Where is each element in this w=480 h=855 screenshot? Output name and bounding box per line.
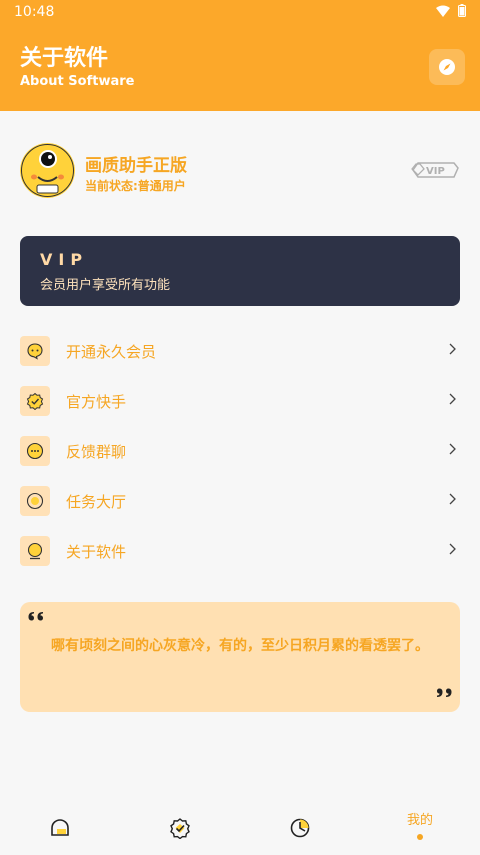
menu-item-feedback-group[interactable]: 反馈群聊 (20, 435, 460, 471)
vip-card[interactable]: VIP 会员用户享受所有功能 (20, 236, 460, 306)
nav-certified[interactable] (120, 800, 240, 855)
status-bar: 10:48 (0, 0, 480, 26)
message-dots-icon (20, 436, 50, 466)
home-icon (51, 818, 69, 836)
chevron-right-icon (449, 393, 456, 405)
nav-mine-label: 我的 (406, 813, 433, 828)
profile-section: 画质助手正版 当前状态:普通用户 VIP (20, 143, 460, 201)
compass-icon (439, 59, 455, 75)
quote-card: 哪有顷刻之间的心灰意冷，有的，至少日积月累的看透罢了。 (20, 602, 460, 712)
pie-chart-icon (290, 818, 310, 837)
menu-item-task-hall[interactable]: 任务大厅 (20, 485, 460, 521)
badge-check-icon (170, 817, 190, 839)
vip-card-description: 会员用户享受所有功能 (40, 278, 171, 293)
badge-check-icon (20, 386, 50, 416)
vip-card-title: VIP (40, 250, 89, 269)
nav-active-dot (417, 834, 423, 840)
menu-label: 任务大厅 (66, 493, 127, 511)
chevron-right-icon (449, 493, 456, 505)
page-title: 关于软件 (20, 46, 109, 71)
info-icon (20, 536, 50, 566)
status-icons (436, 4, 466, 17)
menu-label: 开通永久会员 (66, 343, 157, 361)
app-name: 画质助手正版 (85, 156, 187, 176)
nav-home[interactable] (0, 800, 120, 855)
battery-icon (458, 4, 466, 17)
chat-icon (20, 336, 50, 366)
quote-close-icon (437, 688, 452, 697)
chevron-right-icon (449, 443, 456, 455)
menu-label: 反馈群聊 (66, 443, 127, 461)
circle-icon (20, 486, 50, 516)
compass-button[interactable] (429, 49, 465, 85)
quote-open-icon (28, 612, 43, 621)
chevron-right-icon (449, 543, 456, 555)
menu-label: 关于软件 (66, 543, 127, 561)
menu-item-permanent-vip[interactable]: 开通永久会员 (20, 335, 460, 371)
app-header: 关于软件 About Software (0, 26, 480, 111)
vip-badge-text: VIP (426, 166, 445, 177)
avatar[interactable] (20, 143, 75, 198)
bottom-nav: 我的 (0, 800, 480, 855)
status-time: 10:48 (14, 4, 55, 20)
wifi-icon (436, 5, 450, 17)
menu-item-about-software[interactable]: 关于软件 (20, 535, 460, 571)
quote-text: 哪有顷刻之间的心灰意冷，有的，至少日积月累的看透罢了。 (51, 638, 429, 654)
page-subtitle: About Software (20, 74, 135, 89)
menu-label: 官方快手 (66, 393, 127, 411)
nav-stats[interactable] (240, 800, 360, 855)
menu-item-official-kuaishou[interactable]: 官方快手 (20, 385, 460, 421)
chevron-right-icon (449, 343, 456, 355)
nav-mine[interactable]: 我的 (360, 800, 480, 855)
user-status: 当前状态:普通用户 (85, 179, 186, 193)
vip-badge-icon: VIP (411, 162, 459, 178)
